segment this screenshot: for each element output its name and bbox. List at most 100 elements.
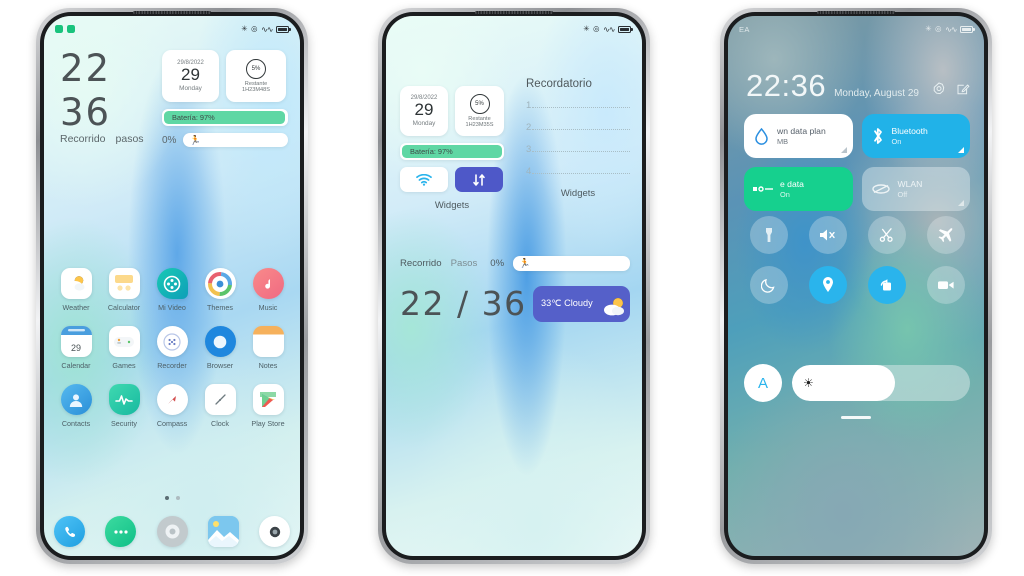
status-bar-1: ✳ ◎ ∿∿ bbox=[44, 16, 300, 38]
page-dot-active[interactable] bbox=[164, 496, 169, 500]
data-plan-tile[interactable]: wn data plan MB bbox=[744, 114, 853, 158]
app-recorder[interactable]: Recorder bbox=[150, 326, 194, 370]
phone-2-frame: ✳ ◎ ∿∿ 29/8/2022 29 Monday 5% Restante 1… bbox=[378, 8, 650, 564]
tile-labels: Bluetooth On bbox=[892, 126, 928, 146]
tile-subtitle: On bbox=[891, 137, 902, 146]
battery-bar-2[interactable]: Batería: 97% bbox=[400, 143, 504, 160]
earpiece-grille-3 bbox=[817, 11, 895, 14]
app-themes[interactable]: Themes bbox=[198, 268, 242, 312]
date-card-daynumber: 29 bbox=[181, 65, 200, 85]
bluetooth-tile[interactable]: Bluetooth On bbox=[861, 114, 970, 158]
phone-icon[interactable] bbox=[54, 516, 85, 547]
mute-toggle[interactable] bbox=[808, 216, 847, 254]
messages-icon[interactable] bbox=[105, 516, 137, 547]
reminder-dots bbox=[532, 129, 630, 130]
app-mi-video[interactable]: Mi Video bbox=[150, 268, 194, 312]
drag-handle[interactable] bbox=[841, 416, 871, 419]
reminder-line[interactable]: 2 bbox=[526, 122, 630, 133]
app-label: Calculator bbox=[107, 303, 141, 312]
gallery-icon[interactable] bbox=[207, 516, 239, 547]
camera-icon[interactable] bbox=[259, 516, 290, 547]
earpiece-grille-2 bbox=[475, 11, 553, 14]
app-weather[interactable]: Weather bbox=[54, 268, 98, 312]
screen-record-toggle[interactable] bbox=[926, 266, 965, 304]
reminder-line[interactable]: 4 bbox=[526, 166, 630, 177]
steps-label-right: pasos bbox=[115, 133, 144, 146]
app-label: Themes bbox=[207, 303, 233, 312]
page-indicator bbox=[44, 496, 300, 500]
brightness-slider[interactable]: ☀ bbox=[792, 365, 970, 401]
flashlight-toggle[interactable] bbox=[749, 216, 788, 254]
settings-icon[interactable] bbox=[156, 516, 188, 547]
page-dot[interactable] bbox=[175, 496, 180, 500]
app-security[interactable]: Security bbox=[102, 384, 146, 428]
wifi-tile[interactable] bbox=[400, 167, 448, 192]
phone-2-left-widgets: 29/8/2022 29 Monday 5% Restante 1H23M35S bbox=[400, 86, 504, 211]
airplane-mode-toggle[interactable] bbox=[926, 216, 965, 254]
widget-cards-row-1: 29/8/2022 29 Monday 5% Restante 1H23M48S bbox=[162, 50, 288, 102]
app-label: Calendar bbox=[61, 361, 91, 370]
battery-ring-percent: 5% bbox=[475, 100, 484, 107]
app-browser[interactable]: Browser bbox=[198, 326, 242, 370]
data-transfer-tile[interactable] bbox=[455, 167, 503, 192]
reminder-line[interactable]: 1 bbox=[526, 100, 630, 111]
edit-icon[interactable] bbox=[956, 82, 970, 96]
location-toggle[interactable] bbox=[808, 266, 847, 304]
reminder-line-number: 2 bbox=[526, 122, 532, 133]
battery-card-1[interactable]: 5% Restante 1H23M48S bbox=[226, 50, 286, 102]
app-calculator[interactable]: Calculator bbox=[102, 268, 146, 312]
reminder-line-number: 1 bbox=[526, 100, 532, 111]
app-play-store[interactable]: Play Store bbox=[246, 384, 290, 428]
carrier-label: EA bbox=[739, 24, 750, 34]
expand-corner-icon[interactable] bbox=[958, 147, 964, 153]
status-indicators-3: ✳ ◎ ∿∿ bbox=[925, 24, 975, 34]
control-center-header: 22:36 Monday, August 29 bbox=[746, 68, 970, 104]
expand-corner-icon[interactable] bbox=[840, 147, 847, 153]
phone-3-bezel: EA ✳ ◎ ∿∿ 22:36 Monday, August 29 wn dat… bbox=[724, 11, 988, 560]
app-compass[interactable]: Compass bbox=[150, 384, 194, 428]
date-card-2[interactable]: 29/8/2022 29 Monday bbox=[400, 86, 448, 136]
app-music[interactable]: Music bbox=[246, 268, 290, 312]
reminder-line[interactable]: 3 bbox=[526, 144, 630, 155]
app-row-3: Contacts Security Compass Clock Play Sto… bbox=[54, 384, 290, 428]
weather-widget[interactable]: 33℃ Cloudy bbox=[533, 285, 630, 322]
app-calendar[interactable]: 29 Calendar bbox=[54, 326, 98, 370]
mobile-data-icon bbox=[753, 186, 773, 192]
app-label: Play Store bbox=[251, 419, 285, 428]
battery-card-2[interactable]: 5% Restante 1H23M35S bbox=[455, 86, 504, 136]
mobile-data-tile[interactable]: e data On bbox=[744, 167, 853, 211]
app-clock[interactable]: Clock bbox=[198, 384, 242, 428]
dnd-icon: ◎ bbox=[935, 24, 942, 34]
date-card-daynumber: 29 bbox=[414, 100, 434, 120]
app-games[interactable]: Games bbox=[102, 326, 146, 370]
date-card-1[interactable]: 29/8/2022 29 Monday bbox=[162, 50, 219, 102]
status-indicators-1: ✳ ◎ ∿∿ bbox=[241, 25, 291, 34]
auto-rotate-toggle[interactable] bbox=[867, 266, 906, 304]
browser-icon bbox=[204, 326, 236, 357]
battery-bar-1[interactable]: Batería: 97% bbox=[162, 109, 288, 126]
expand-corner-icon[interactable] bbox=[958, 200, 964, 206]
app-label: Compass bbox=[156, 419, 188, 428]
auto-brightness-button[interactable]: A bbox=[744, 364, 782, 402]
steps-progress-bar-2[interactable]: 🏃 bbox=[513, 256, 630, 271]
wlan-tile[interactable]: WLAN Off bbox=[861, 167, 970, 211]
weather-text: 33℃ Cloudy bbox=[541, 298, 593, 308]
tile-title: e data bbox=[780, 179, 804, 189]
settings-gear-icon[interactable] bbox=[932, 82, 946, 96]
tile-title: wn data plan bbox=[777, 126, 826, 136]
phone-1-screen: ✳ ◎ ∿∿ 22 36 Recorrido pasos 29/8/2022 2… bbox=[44, 16, 300, 556]
screenshot-toggle[interactable] bbox=[867, 216, 906, 254]
battery-ring: 5% bbox=[246, 58, 266, 79]
dark-mode-toggle[interactable] bbox=[749, 266, 788, 304]
app-notes[interactable]: Notes bbox=[246, 326, 290, 370]
steps-widget-1[interactable]: 22 36 Recorrido pasos bbox=[60, 50, 144, 146]
scissors-icon bbox=[879, 228, 893, 242]
phone-2-bottom-row: 22 / 36 33℃ Cloudy bbox=[400, 284, 630, 323]
screenshot-stage: ✳ ◎ ∿∿ 22 36 Recorrido pasos 29/8/2022 2… bbox=[0, 0, 1024, 576]
tile-labels: WLAN Off bbox=[898, 179, 923, 199]
app-contacts[interactable]: Contacts bbox=[54, 384, 98, 428]
steps-progress-bar[interactable]: 🏃 bbox=[183, 133, 288, 147]
reminder-widget[interactable]: Recordatorio 1 2 3 4 Widgets bbox=[526, 78, 630, 199]
compass-icon bbox=[156, 384, 188, 415]
rotate-icon bbox=[880, 278, 891, 290]
